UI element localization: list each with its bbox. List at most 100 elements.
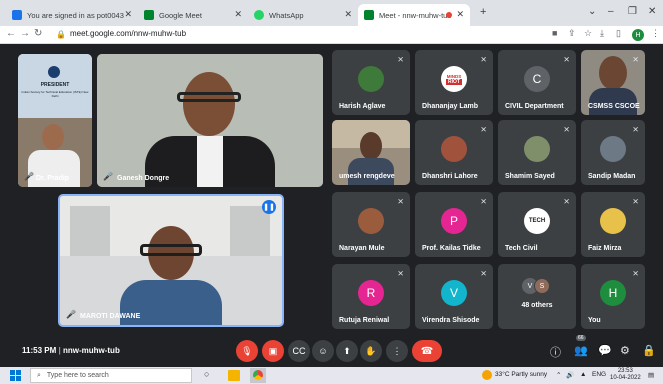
- participant-tile[interactable]: ⨯ Sandip Madan: [581, 120, 645, 185]
- browser-tab-active[interactable]: Meet - nnw-muhw-tub ✕: [358, 4, 470, 26]
- file-explorer-icon[interactable]: [228, 370, 240, 381]
- participant-name: Dhananjay Lamb: [422, 103, 479, 110]
- tab-search-icon[interactable]: ⌄: [588, 6, 596, 17]
- mic-off-icon: ⨯: [480, 125, 487, 134]
- participant-avatar: R: [358, 280, 384, 306]
- participant-tile[interactable]: ⨯ MINDS RIOT Dhananjay Lamb: [415, 50, 493, 115]
- windows-start-icon[interactable]: [10, 370, 21, 381]
- reactions-button[interactable]: ☺: [312, 340, 334, 362]
- chrome-taskbar-button[interactable]: [250, 368, 266, 383]
- tab-title: Meet - nnw-muhw-tub: [379, 10, 452, 20]
- participant-name: umesh rengdeve: [339, 173, 395, 180]
- back-icon[interactable]: ←: [6, 28, 16, 39]
- browser-tab[interactable]: WhatsApp ✕: [248, 4, 358, 26]
- participant-tile[interactable]: ⨯ Harish Aglave: [332, 50, 410, 115]
- video-tile[interactable]: PRESIDENT Indian Society for Technical E…: [18, 54, 92, 187]
- lock-icon: 🔒: [56, 30, 66, 39]
- video-tile[interactable]: 🎤 Ganesh Dongre: [97, 54, 323, 187]
- meeting-time: 11:53 PM: [22, 346, 57, 355]
- participant-name: Harish Aglave: [339, 103, 386, 110]
- browser-tab[interactable]: Google Meet ✕: [138, 4, 248, 26]
- participant-tile[interactable]: ⨯ TECH Tech Civil: [498, 192, 576, 257]
- participant-tile[interactable]: ⨯ Shamim Sayed: [498, 120, 576, 185]
- camera-indicator-icon[interactable]: ■: [552, 28, 557, 38]
- participant-tile[interactable]: ⨯ P Prof. Kailas Tidke: [415, 192, 493, 257]
- captions-button[interactable]: CC: [288, 340, 310, 362]
- close-icon[interactable]: ✕: [234, 9, 242, 20]
- participant-avatar: C: [524, 66, 550, 92]
- participant-tile[interactable]: ⨯ R Rutuja Reniwal: [332, 264, 410, 329]
- raise-hand-button[interactable]: ✋: [360, 340, 382, 362]
- mic-off-icon: ⨯: [632, 125, 639, 134]
- share-icon[interactable]: ⇪: [568, 28, 576, 39]
- close-icon[interactable]: ✕: [344, 9, 352, 20]
- new-tab-button[interactable]: +: [480, 6, 486, 18]
- participant-tile[interactable]: umesh rengdeve: [332, 120, 410, 185]
- minimize-icon[interactable]: –: [608, 6, 614, 17]
- url-field[interactable]: meet.google.com/nnw-muhw-tub: [70, 29, 186, 38]
- mic-off-icon: ⨯: [632, 55, 639, 64]
- participant-avatar: P: [441, 208, 467, 234]
- participant-avatar: V: [441, 280, 467, 306]
- participant-tile[interactable]: ⨯ CSMSS CSCOE: [581, 50, 645, 115]
- meeting-details-icon[interactable]: ⓘ: [550, 344, 561, 360]
- mic-off-icon: ⨯: [480, 55, 487, 64]
- meet-favicon-icon: [364, 10, 374, 20]
- video-tile-speaking[interactable]: ❚❚ 🎤 MAROTI DAWANE: [58, 194, 284, 327]
- participant-tile[interactable]: ⨯ C CIVIL Department: [498, 50, 576, 115]
- reload-icon[interactable]: ↻: [34, 28, 42, 39]
- notifications-icon[interactable]: ▤: [648, 371, 654, 379]
- bookmark-star-icon[interactable]: ☆: [584, 28, 592, 39]
- participant-tile[interactable]: ⨯ Dhanshri Lahore: [415, 120, 493, 185]
- participant-photo: [600, 208, 626, 234]
- chrome-icon: [253, 370, 263, 380]
- network-icon[interactable]: ▲: [580, 371, 586, 378]
- taskbar-search-input[interactable]: ⌕ Type here to search: [30, 368, 192, 383]
- taskbar-clock[interactable]: 23:53 10-04-2022: [610, 368, 641, 382]
- more-vert-icon: ⋮: [392, 345, 402, 356]
- close-icon[interactable]: ✕: [124, 9, 132, 20]
- mic-toggle-button[interactable]: 🎙: [236, 340, 258, 362]
- self-tile[interactable]: ⨯ H You: [581, 264, 645, 329]
- end-call-button[interactable]: ☎: [412, 340, 442, 362]
- captions-icon: CC: [292, 346, 306, 356]
- host-controls-icon[interactable]: 🔒: [642, 344, 656, 357]
- participant-tile[interactable]: ⨯ V Virendra Shisode: [415, 264, 493, 329]
- camera-toggle-button[interactable]: ▣: [262, 340, 284, 362]
- forward-icon[interactable]: →: [20, 28, 30, 39]
- maximize-icon[interactable]: ❐: [628, 6, 637, 17]
- menu-kebab-icon[interactable]: ⋮: [651, 28, 660, 39]
- task-view-icon[interactable]: ○: [204, 369, 209, 379]
- present-button[interactable]: ⬆: [336, 340, 358, 362]
- participant-tile[interactable]: ⨯ Faiz Mirza: [581, 192, 645, 257]
- mic-muted-icon: 🎤: [66, 310, 76, 319]
- download-icon[interactable]: ⤓: [600, 28, 604, 39]
- others-count-label: 48 others: [521, 302, 553, 309]
- search-placeholder: Type here to search: [46, 372, 109, 379]
- participant-logo: TECH: [524, 208, 550, 234]
- participant-name: Sandip Madan: [588, 173, 636, 180]
- sidepanel-icon[interactable]: ▯: [616, 28, 621, 39]
- tray-chevron-icon[interactable]: ⌃: [556, 371, 561, 379]
- participant-logo: MINDS RIOT: [441, 66, 467, 92]
- meeting-code: nnw-muhw-tub: [62, 346, 120, 355]
- participant-tile[interactable]: ⨯ Narayan Mule: [332, 192, 410, 257]
- speaker-icon[interactable]: 🔊: [566, 371, 574, 379]
- participant-name: CIVIL Department: [505, 103, 564, 110]
- window-close-icon[interactable]: ✕: [648, 6, 656, 17]
- chat-icon[interactable]: 💬: [598, 344, 612, 357]
- weather-icon: [482, 370, 492, 380]
- clock-time: 23:53: [617, 368, 633, 374]
- participant-photo: [600, 136, 626, 162]
- language-indicator[interactable]: ENG: [592, 371, 606, 378]
- activities-icon[interactable]: ⚙: [620, 344, 630, 357]
- others-tile[interactable]: V S 48 others: [498, 264, 576, 329]
- close-icon[interactable]: ✕: [456, 9, 464, 20]
- mic-off-icon: 🎙: [241, 345, 253, 356]
- browser-tab[interactable]: You are signed in as pot0043 ✕: [6, 4, 138, 26]
- profile-avatar[interactable]: H: [632, 29, 644, 41]
- presentation-title: PRESIDENT: [40, 82, 70, 88]
- participant-name: Dhanshri Lahore: [422, 173, 478, 180]
- weather-text[interactable]: 33°C Partly sunny: [495, 371, 547, 378]
- more-options-button[interactable]: ⋮: [386, 340, 408, 362]
